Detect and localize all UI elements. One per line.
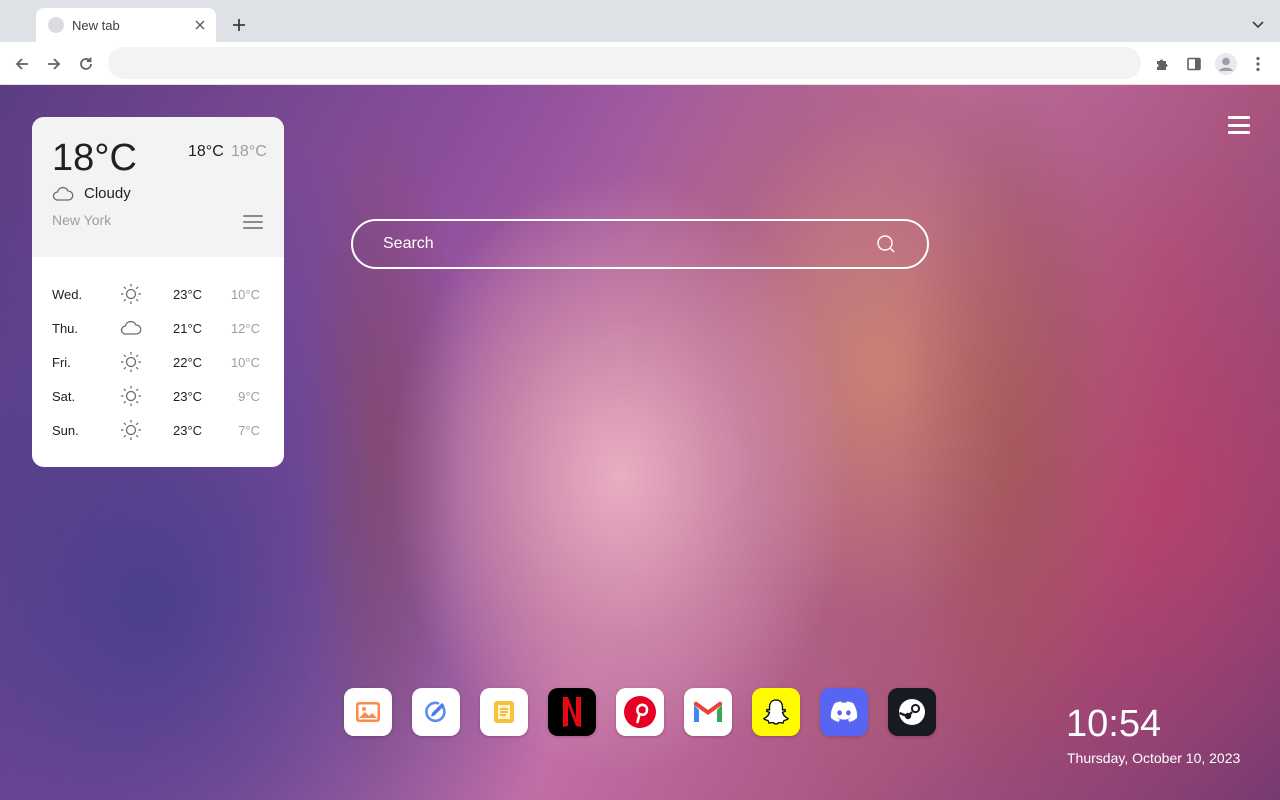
dock-gmail[interactable]: [684, 688, 732, 736]
weather-menu-icon[interactable]: [243, 213, 263, 231]
sun-icon: [121, 386, 141, 406]
notes-icon: [494, 701, 514, 723]
dock-snapchat[interactable]: [752, 688, 800, 736]
snapchat-icon: [763, 699, 789, 725]
clock-date: Thursday, October 10, 2023: [1067, 750, 1241, 766]
forward-arrow-icon: [48, 58, 61, 70]
tab-new-tab[interactable]: New tab: [36, 8, 216, 42]
current-temperature: 18°C: [52, 137, 137, 179]
forecast-row: Thu. 21°C 12°C: [32, 311, 284, 345]
sun-icon: [121, 352, 141, 372]
forecast-row: Fri. 22°C 10°C: [32, 345, 284, 379]
close-icon[interactable]: [192, 17, 208, 33]
netflix-icon: [563, 697, 581, 727]
page-menu-icon[interactable]: [1228, 116, 1250, 134]
search-box[interactable]: [351, 219, 929, 269]
kebab-menu-icon: [1256, 56, 1260, 72]
condition-text: Cloudy: [84, 185, 131, 202]
today-high: 18°C: [188, 143, 224, 160]
cloud-icon: [52, 186, 74, 201]
app-dock: [344, 688, 956, 736]
forecast-day: Sun.: [52, 423, 79, 438]
forecast-row: Sat. 23°C 9°C: [32, 379, 284, 413]
sun-icon: [121, 420, 141, 440]
back-arrow-icon: [15, 58, 28, 70]
forward-button[interactable]: [40, 50, 68, 78]
photo-icon: [356, 702, 380, 722]
side-panel-icon: [1187, 57, 1201, 71]
cloud-icon: [120, 320, 142, 335]
tab-search-button[interactable]: [1248, 13, 1268, 37]
dock-photos[interactable]: [344, 688, 392, 736]
forecast-day: Wed.: [52, 287, 83, 302]
dock-netflix[interactable]: [548, 688, 596, 736]
dock-steam[interactable]: [888, 688, 936, 736]
forecast-list: Wed. 23°C 10°C Thu. 21°C 12°C Fri. 22°C …: [32, 277, 284, 447]
profile-avatar-icon: [1215, 53, 1237, 75]
tab-title: New tab: [72, 17, 120, 33]
discord-icon: [830, 701, 858, 722]
forecast-low: 9°C: [238, 389, 260, 404]
forecast-day: Sat.: [52, 389, 76, 404]
browser-toolbar: [0, 42, 1280, 85]
new-tab-button[interactable]: [227, 13, 251, 37]
dock-notes[interactable]: [480, 688, 528, 736]
back-button[interactable]: [8, 50, 36, 78]
condition-row: Cloudy: [52, 185, 131, 202]
forecast-day: Thu.: [52, 321, 79, 336]
side-panel-button[interactable]: [1180, 50, 1208, 78]
extensions-puzzle-icon: [1157, 59, 1168, 70]
pen-circle-icon: [425, 701, 446, 723]
forecast-low: 7°C: [238, 423, 260, 438]
search-icon[interactable]: [875, 233, 897, 255]
forecast-high: 23°C: [173, 389, 203, 404]
forecast-high: 21°C: [173, 321, 203, 336]
reload-icon: [80, 57, 92, 70]
profile-button[interactable]: [1212, 50, 1240, 78]
clock-time: 10:54: [1066, 703, 1162, 745]
dock-discord[interactable]: [820, 688, 868, 736]
forecast-row: Sun. 23°C 7°C: [32, 413, 284, 447]
chevron-down-icon: [1252, 21, 1264, 29]
plus-icon: [233, 19, 245, 31]
steam-icon: [899, 699, 925, 725]
forecast-high: 22°C: [173, 355, 203, 370]
gmail-icon: [694, 701, 722, 722]
pinterest-icon: [624, 696, 656, 728]
search-input[interactable]: [383, 235, 875, 253]
dock-edit[interactable]: [412, 688, 460, 736]
today-low: 18°C: [231, 143, 267, 160]
reload-button[interactable]: [72, 50, 100, 78]
weather-current: 18°C 18°C 18°C Cloudy New York: [32, 117, 284, 257]
forecast-high: 23°C: [173, 423, 203, 438]
favicon-icon: [48, 17, 64, 33]
browser-menu-button[interactable]: [1244, 50, 1272, 78]
weather-widget: 18°C 18°C 18°C Cloudy New York Wed. 23°C…: [32, 117, 284, 467]
sun-icon: [121, 284, 141, 304]
address-bar[interactable]: [108, 47, 1141, 79]
forecast-row: Wed. 23°C 10°C: [32, 277, 284, 311]
address-input[interactable]: [124, 55, 1125, 71]
dock-pinterest[interactable]: [616, 688, 664, 736]
tab-strip: New tab: [0, 0, 1280, 42]
city-name: New York: [52, 212, 112, 228]
new-tab-page: 18°C 18°C 18°C Cloudy New York Wed. 23°C…: [0, 85, 1280, 800]
extensions-button[interactable]: [1148, 50, 1176, 78]
forecast-high: 23°C: [173, 287, 203, 302]
forecast-low: 12°C: [230, 321, 260, 336]
forecast-day: Fri.: [52, 355, 71, 370]
forecast-low: 10°C: [230, 355, 260, 370]
forecast-low: 10°C: [230, 287, 260, 302]
